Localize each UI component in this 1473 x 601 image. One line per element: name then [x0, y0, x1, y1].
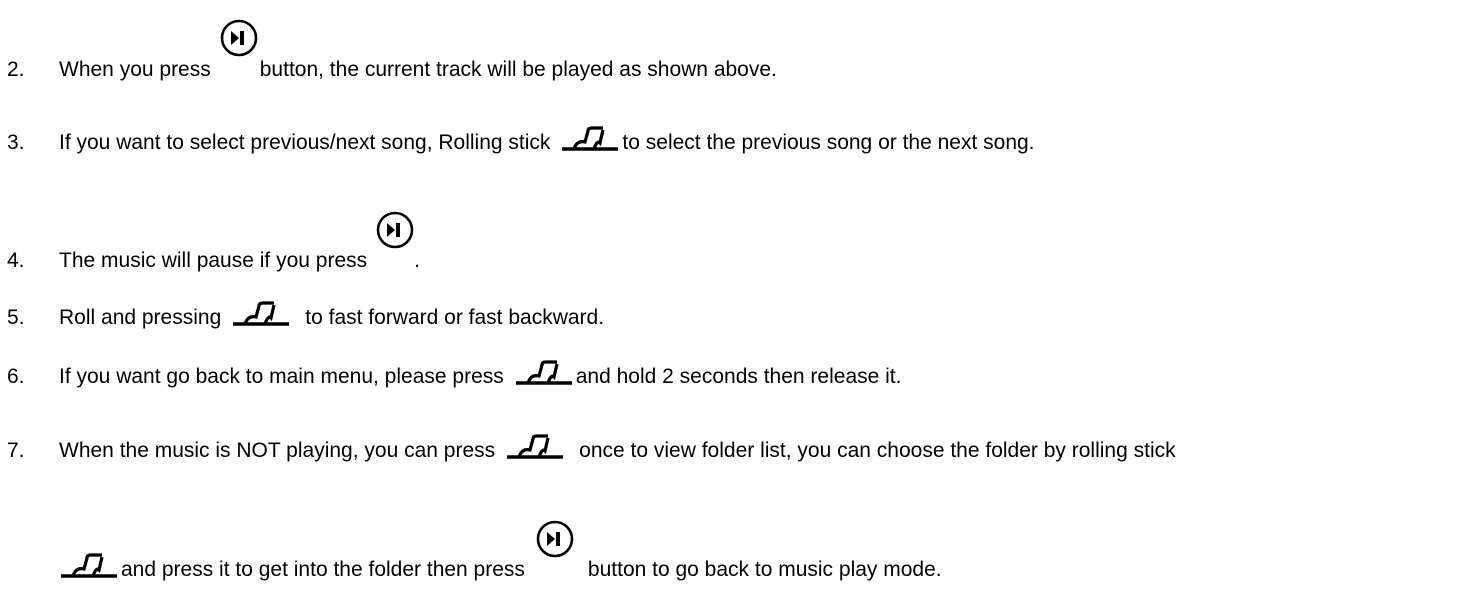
item-text: When the music is NOT playing, you can p…: [59, 439, 496, 462]
item-text-after: to select the previous song or the next …: [622, 131, 1035, 154]
play-pause-icon: [219, 19, 260, 85]
item-text: and press it to get into the folder then…: [121, 558, 525, 581]
item-text: Roll and pressing: [59, 306, 222, 329]
rolling-stick-icon: [505, 434, 567, 466]
item-text: If you want go back to main menu, please…: [59, 365, 504, 388]
play-pause-icon: [375, 211, 416, 276]
item-text-after: once to view folder list, you can choose…: [579, 439, 1176, 462]
item-number: 6.: [7, 365, 25, 388]
item-text: When you press: [59, 58, 211, 81]
item-number: 4.: [7, 249, 25, 272]
item-text: The music will pause if you press: [59, 249, 368, 272]
item-number: 3.: [7, 131, 25, 154]
item-text-after: button to go back to music play mode.: [587, 558, 942, 581]
item-text: If you want to select previous/next song…: [59, 131, 551, 154]
item-text-after: to fast forward or fast backward.: [305, 306, 605, 329]
play-pause-icon: [535, 520, 576, 585]
rolling-stick-icon: [59, 553, 121, 585]
rolling-stick-icon: [231, 301, 293, 333]
rolling-stick-icon: [560, 126, 622, 158]
item-number: 7.: [7, 439, 25, 462]
item-number: 5.: [7, 306, 25, 329]
item-text-after: and hold 2 seconds then release it.: [575, 365, 902, 388]
item-number: 2.: [7, 58, 25, 81]
rolling-stick-icon: [514, 360, 576, 392]
item-text-after: button, the current track will be played…: [259, 58, 777, 81]
